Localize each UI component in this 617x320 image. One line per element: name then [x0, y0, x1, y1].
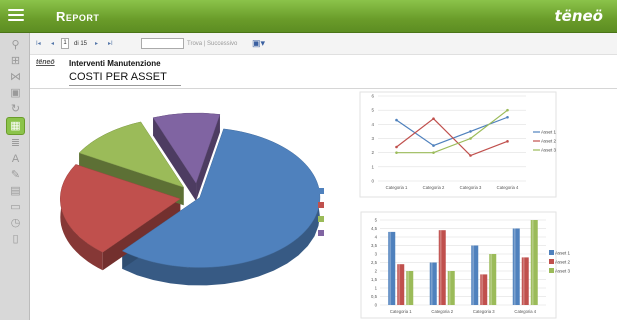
bar-y-tick: 4,5	[371, 226, 378, 231]
bar-highlight	[407, 271, 410, 305]
document-icon[interactable]: ▭	[9, 201, 22, 213]
app-title: Report	[56, 9, 100, 24]
bar-highlight	[522, 257, 525, 305]
share-icon[interactable]: ⋈	[9, 71, 22, 83]
bar-highlight	[531, 220, 534, 305]
report-toolbar: I◂ ◂ 1 di 15 ▸ ▸I Trova | Successivo ▣▾	[30, 33, 617, 55]
page-icon[interactable]: ▯	[9, 233, 22, 245]
bar-highlight	[389, 231, 392, 305]
report-title: Interventi Manutenzione	[69, 59, 161, 68]
charts-canvas: 0123456Categoria 1 Categoria 2 Categoria 3…	[59, 91, 571, 319]
bar-highlight	[430, 262, 433, 305]
line-point	[395, 118, 398, 122]
chart-area: 0 1 2 3 4 5 6 Categoria 1 Categoria 2 Categoria 3…	[30, 90, 617, 320]
line-point	[395, 151, 398, 154]
line-point	[432, 117, 435, 120]
menu-icon[interactable]	[8, 9, 24, 23]
sidebar: ⚲ ⊞ ⋈ ▣ ↻ ▦ ≣ A ✎ ▤ ▭ ◷ ▯	[0, 33, 30, 320]
next-page-button[interactable]: ▸	[95, 40, 98, 47]
bar-x-tick: Categoria 4	[514, 309, 536, 314]
line-point	[469, 130, 472, 133]
bar-y-tick: 3,5	[371, 243, 378, 248]
line-legend-label: Asset 2	[541, 139, 557, 144]
line-x-tick: Categoria 2	[423, 185, 445, 190]
bar-x-tick: Categoria 3	[473, 309, 495, 314]
bar-highlight	[490, 254, 493, 305]
report-app: Report tëneö ⚲ ⊞ ⋈ ▣ ↻ ▦ ≣ A ✎ ▤ ▭ ◷ ▯ I…	[0, 0, 617, 320]
bar-legend-swatch	[549, 259, 554, 264]
box-icon[interactable]: ▣	[9, 87, 22, 99]
refresh-icon[interactable]: ↻	[9, 103, 22, 115]
bar-x-tick: Categoria 2	[431, 309, 453, 314]
page-count: di 15	[74, 41, 88, 47]
line-point	[506, 115, 509, 119]
list-icon[interactable]: ≣	[9, 137, 22, 149]
legend-swatch	[318, 216, 324, 222]
bar-highlight	[448, 271, 451, 305]
bar-highlight	[472, 245, 475, 305]
line-legend-label: Asset 1	[541, 130, 557, 135]
calendar-icon[interactable]: ▦	[6, 117, 25, 135]
report-subtitle: COSTI PER ASSET	[69, 71, 167, 83]
line-point	[395, 145, 398, 149]
bar-highlight	[513, 228, 516, 305]
save-icon[interactable]: ▣▾	[252, 38, 265, 49]
bar-legend-label: Asset 2	[555, 260, 571, 265]
bar-y-tick: 1,5	[371, 277, 378, 282]
top-bar: Report tëneö	[0, 0, 617, 33]
bar-highlight	[481, 274, 484, 305]
line-point	[506, 140, 509, 143]
font-icon[interactable]: A	[9, 153, 22, 165]
bar-highlight	[439, 230, 442, 305]
legend-swatch	[318, 202, 324, 208]
bar-legend-label: Asset 1	[555, 251, 571, 256]
search-icon[interactable]: ⚲	[9, 39, 22, 51]
clock-icon[interactable]: ◷	[9, 217, 22, 229]
bar-highlight	[398, 264, 401, 305]
line-legend-label: Asset 3	[541, 148, 557, 153]
line-point	[469, 137, 472, 140]
report-header: tëneö Interventi Manutenzione COSTI PER …	[30, 55, 617, 89]
bar-x-tick: Categoria 1	[390, 309, 412, 314]
line-point	[469, 154, 472, 157]
bar-legend-label: Asset 3	[555, 269, 571, 274]
prev-page-button[interactable]: ◂	[51, 40, 54, 47]
report-logo: tëneö	[36, 59, 55, 66]
line-point	[506, 108, 509, 112]
chart-icon[interactable]: ▤	[9, 185, 22, 197]
bar-legend-swatch	[549, 250, 554, 255]
report-viewer: I◂ ◂ 1 di 15 ▸ ▸I Trova | Successivo ▣▾ …	[30, 33, 617, 320]
legend-swatch	[318, 188, 324, 194]
line-x-tick: Categoria 4	[497, 185, 519, 190]
line-point	[432, 144, 435, 147]
bar-y-tick: 0,5	[371, 294, 378, 299]
find-links[interactable]: Trova | Successivo	[187, 41, 237, 47]
bar-y-tick: 2,5	[371, 260, 378, 265]
last-page-button[interactable]: ▸I	[108, 40, 113, 47]
tools-icon[interactable]: ✎	[9, 169, 22, 181]
first-page-button[interactable]: I◂	[36, 40, 41, 47]
line-point	[432, 151, 435, 154]
legend-swatch	[318, 230, 324, 236]
divider	[69, 85, 181, 86]
bar-legend-swatch	[549, 268, 554, 273]
page-number-input[interactable]: 1	[61, 38, 69, 49]
sitemap-icon[interactable]: ⊞	[9, 55, 22, 67]
line-x-tick: Categoria 1	[386, 185, 408, 190]
search-input[interactable]	[141, 38, 184, 49]
brand-logo: tëneö	[554, 7, 603, 25]
line-x-tick: Categoria 3	[460, 185, 482, 190]
